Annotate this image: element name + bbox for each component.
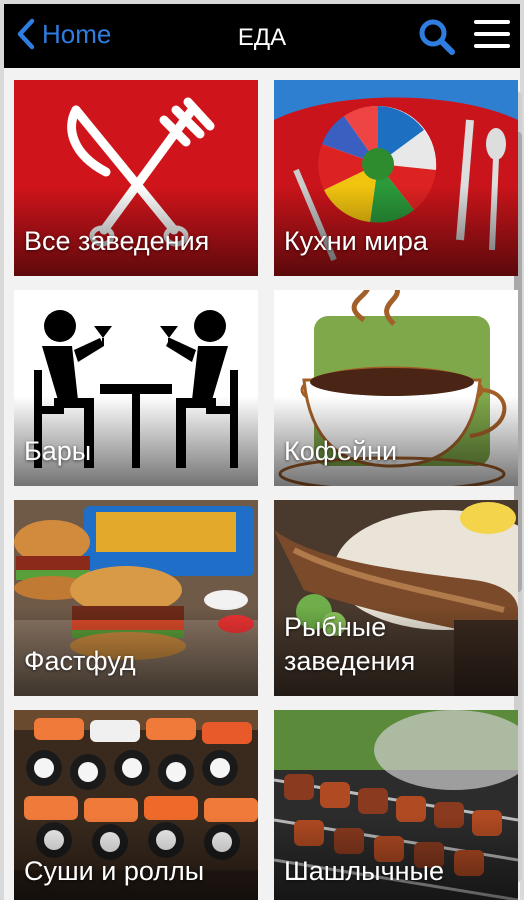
tile-sushi-rolls[interactable]: Суши и роллы: [14, 710, 258, 900]
tile-fast-food[interactable]: Фастфуд: [14, 500, 258, 696]
tile-fish-restaurants[interactable]: Рыбные заведения: [274, 500, 518, 696]
top-navigation-bar: Home ЕДА: [4, 4, 520, 68]
tile-label: Кофейни: [284, 436, 398, 466]
category-grid-container: Все заведения Кухни мира Бары Кофейни Фа…: [4, 68, 520, 900]
tile-all-venues[interactable]: Все заведения: [14, 80, 258, 276]
tile-bars[interactable]: Бары: [14, 290, 258, 486]
tile-label: Шашлычные: [284, 856, 444, 886]
tile-label: Суши и роллы: [24, 856, 205, 886]
tile-world-cuisines[interactable]: Кухни мира: [274, 80, 518, 276]
hamburger-menu-icon[interactable]: [474, 20, 510, 52]
tile-label: Фастфуд: [24, 646, 136, 676]
tile-label: Рыбные заведения: [284, 612, 416, 676]
tile-label: Все заведения: [24, 226, 210, 256]
tile-coffee-shops[interactable]: Кофейни: [274, 290, 518, 486]
tile-label: Кухни мира: [284, 226, 428, 256]
tile-label: Бары: [24, 436, 92, 466]
app-root: Home ЕДА Все заведения Кухни мира Бары К…: [0, 0, 524, 900]
tile-shashlik[interactable]: Шашлычные: [274, 710, 518, 900]
search-icon[interactable]: [418, 18, 456, 56]
